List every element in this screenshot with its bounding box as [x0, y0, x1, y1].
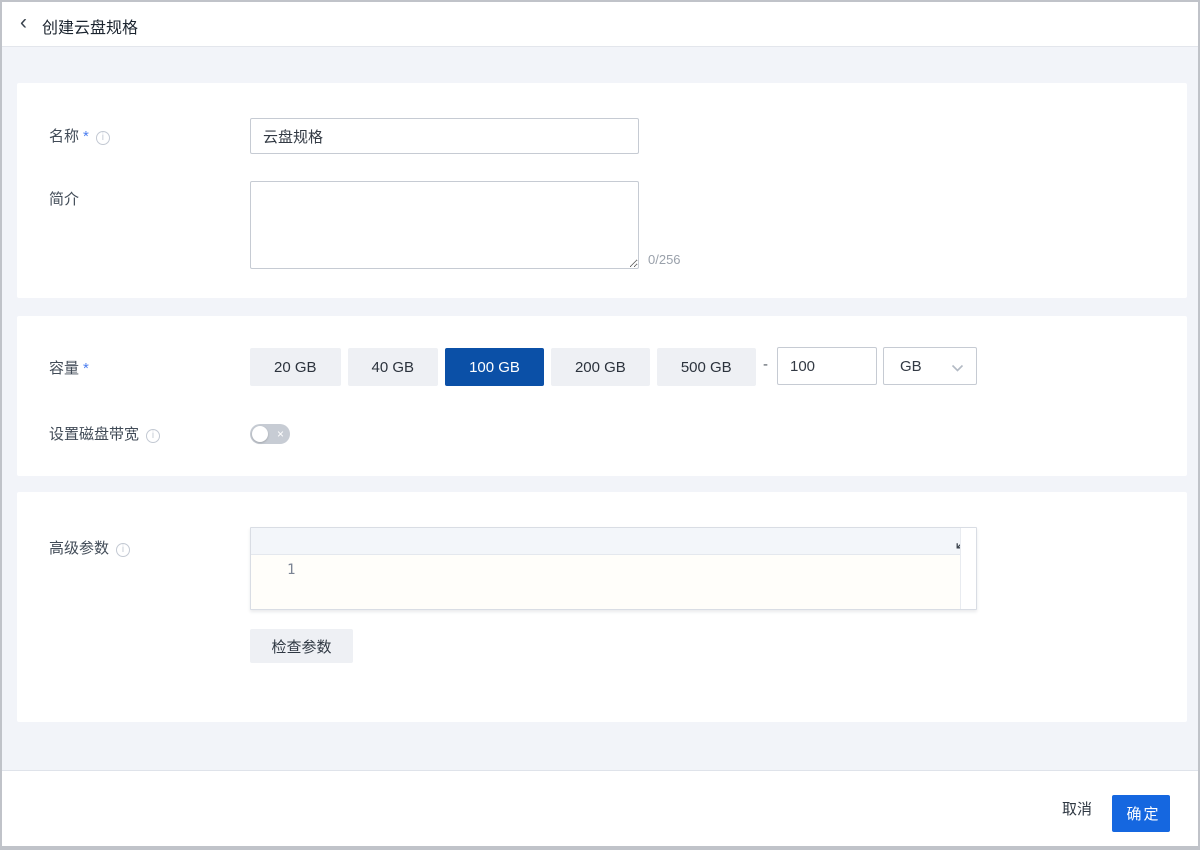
range-separator: -: [763, 356, 768, 373]
name-label-text: 名称: [49, 128, 79, 145]
cancel-button[interactable]: 取消: [1062, 798, 1092, 819]
info-icon[interactable]: i: [116, 543, 130, 557]
chevron-down-icon: [951, 364, 964, 373]
unit-select[interactable]: GB: [883, 347, 977, 385]
page-header: ‹ 创建云盘规格: [2, 2, 1198, 47]
bandwidth-label-text: 设置磁盘带宽: [49, 426, 139, 443]
capacity-option-40gb[interactable]: 40 GB: [348, 348, 439, 386]
bandwidth-toggle-off[interactable]: ×: [250, 424, 290, 444]
toggle-off-x-icon: ×: [277, 424, 284, 444]
editor-line-number: 1: [287, 562, 295, 578]
page-footer: 取消 确定: [2, 770, 1198, 846]
toggle-knob: [252, 426, 268, 442]
basic-info-card: 名称* i 简介 0/256: [17, 83, 1187, 298]
char-counter: 0/256: [648, 252, 681, 267]
name-input[interactable]: [250, 118, 639, 154]
create-disk-spec-page: ‹ 创建云盘规格 名称*i 简介 0/256 容量* 20 GB 40 GB 1…: [0, 0, 1200, 850]
description-textarea[interactable]: [250, 181, 639, 269]
check-params-button[interactable]: 检查参数: [250, 629, 353, 663]
editor-scrollbar[interactable]: [960, 528, 976, 609]
bandwidth-label: 设置磁盘带宽 i: [49, 423, 160, 444]
custom-capacity-input[interactable]: [777, 347, 877, 385]
capacity-label: 容量*: [49, 357, 89, 378]
capacity-label-text: 容量: [49, 360, 79, 377]
unit-select-value: GB: [900, 358, 922, 375]
advanced-params-card: 高级参数 i 1 检查参数: [17, 492, 1187, 722]
confirm-button[interactable]: 确定: [1112, 795, 1170, 832]
capacity-option-100gb-selected[interactable]: 100 GB: [445, 348, 544, 386]
required-asterisk: *: [83, 360, 89, 377]
name-label: 名称* i: [49, 125, 110, 146]
capacity-option-20gb[interactable]: 20 GB: [250, 348, 341, 386]
description-label: 简介: [49, 188, 79, 209]
back-chevron-icon[interactable]: ‹: [20, 11, 27, 35]
capacity-card: 容量* 20 GB 40 GB 100 GB 200 GB 500 GB - G…: [17, 316, 1187, 476]
info-icon[interactable]: i: [146, 429, 160, 443]
info-icon[interactable]: i: [96, 131, 110, 145]
code-editor[interactable]: 1: [250, 527, 977, 610]
required-asterisk: *: [83, 128, 89, 145]
capacity-option-500gb[interactable]: 500 GB: [657, 348, 756, 386]
page-title: 创建云盘规格: [42, 14, 138, 38]
advanced-label-text: 高级参数: [49, 540, 109, 557]
editor-toolbar: [251, 528, 960, 555]
capacity-option-200gb[interactable]: 200 GB: [551, 348, 650, 386]
description-label-text: 简介: [49, 191, 79, 208]
advanced-label: 高级参数 i: [49, 537, 130, 558]
capacity-options: 20 GB 40 GB 100 GB 200 GB 500 GB: [250, 348, 756, 386]
